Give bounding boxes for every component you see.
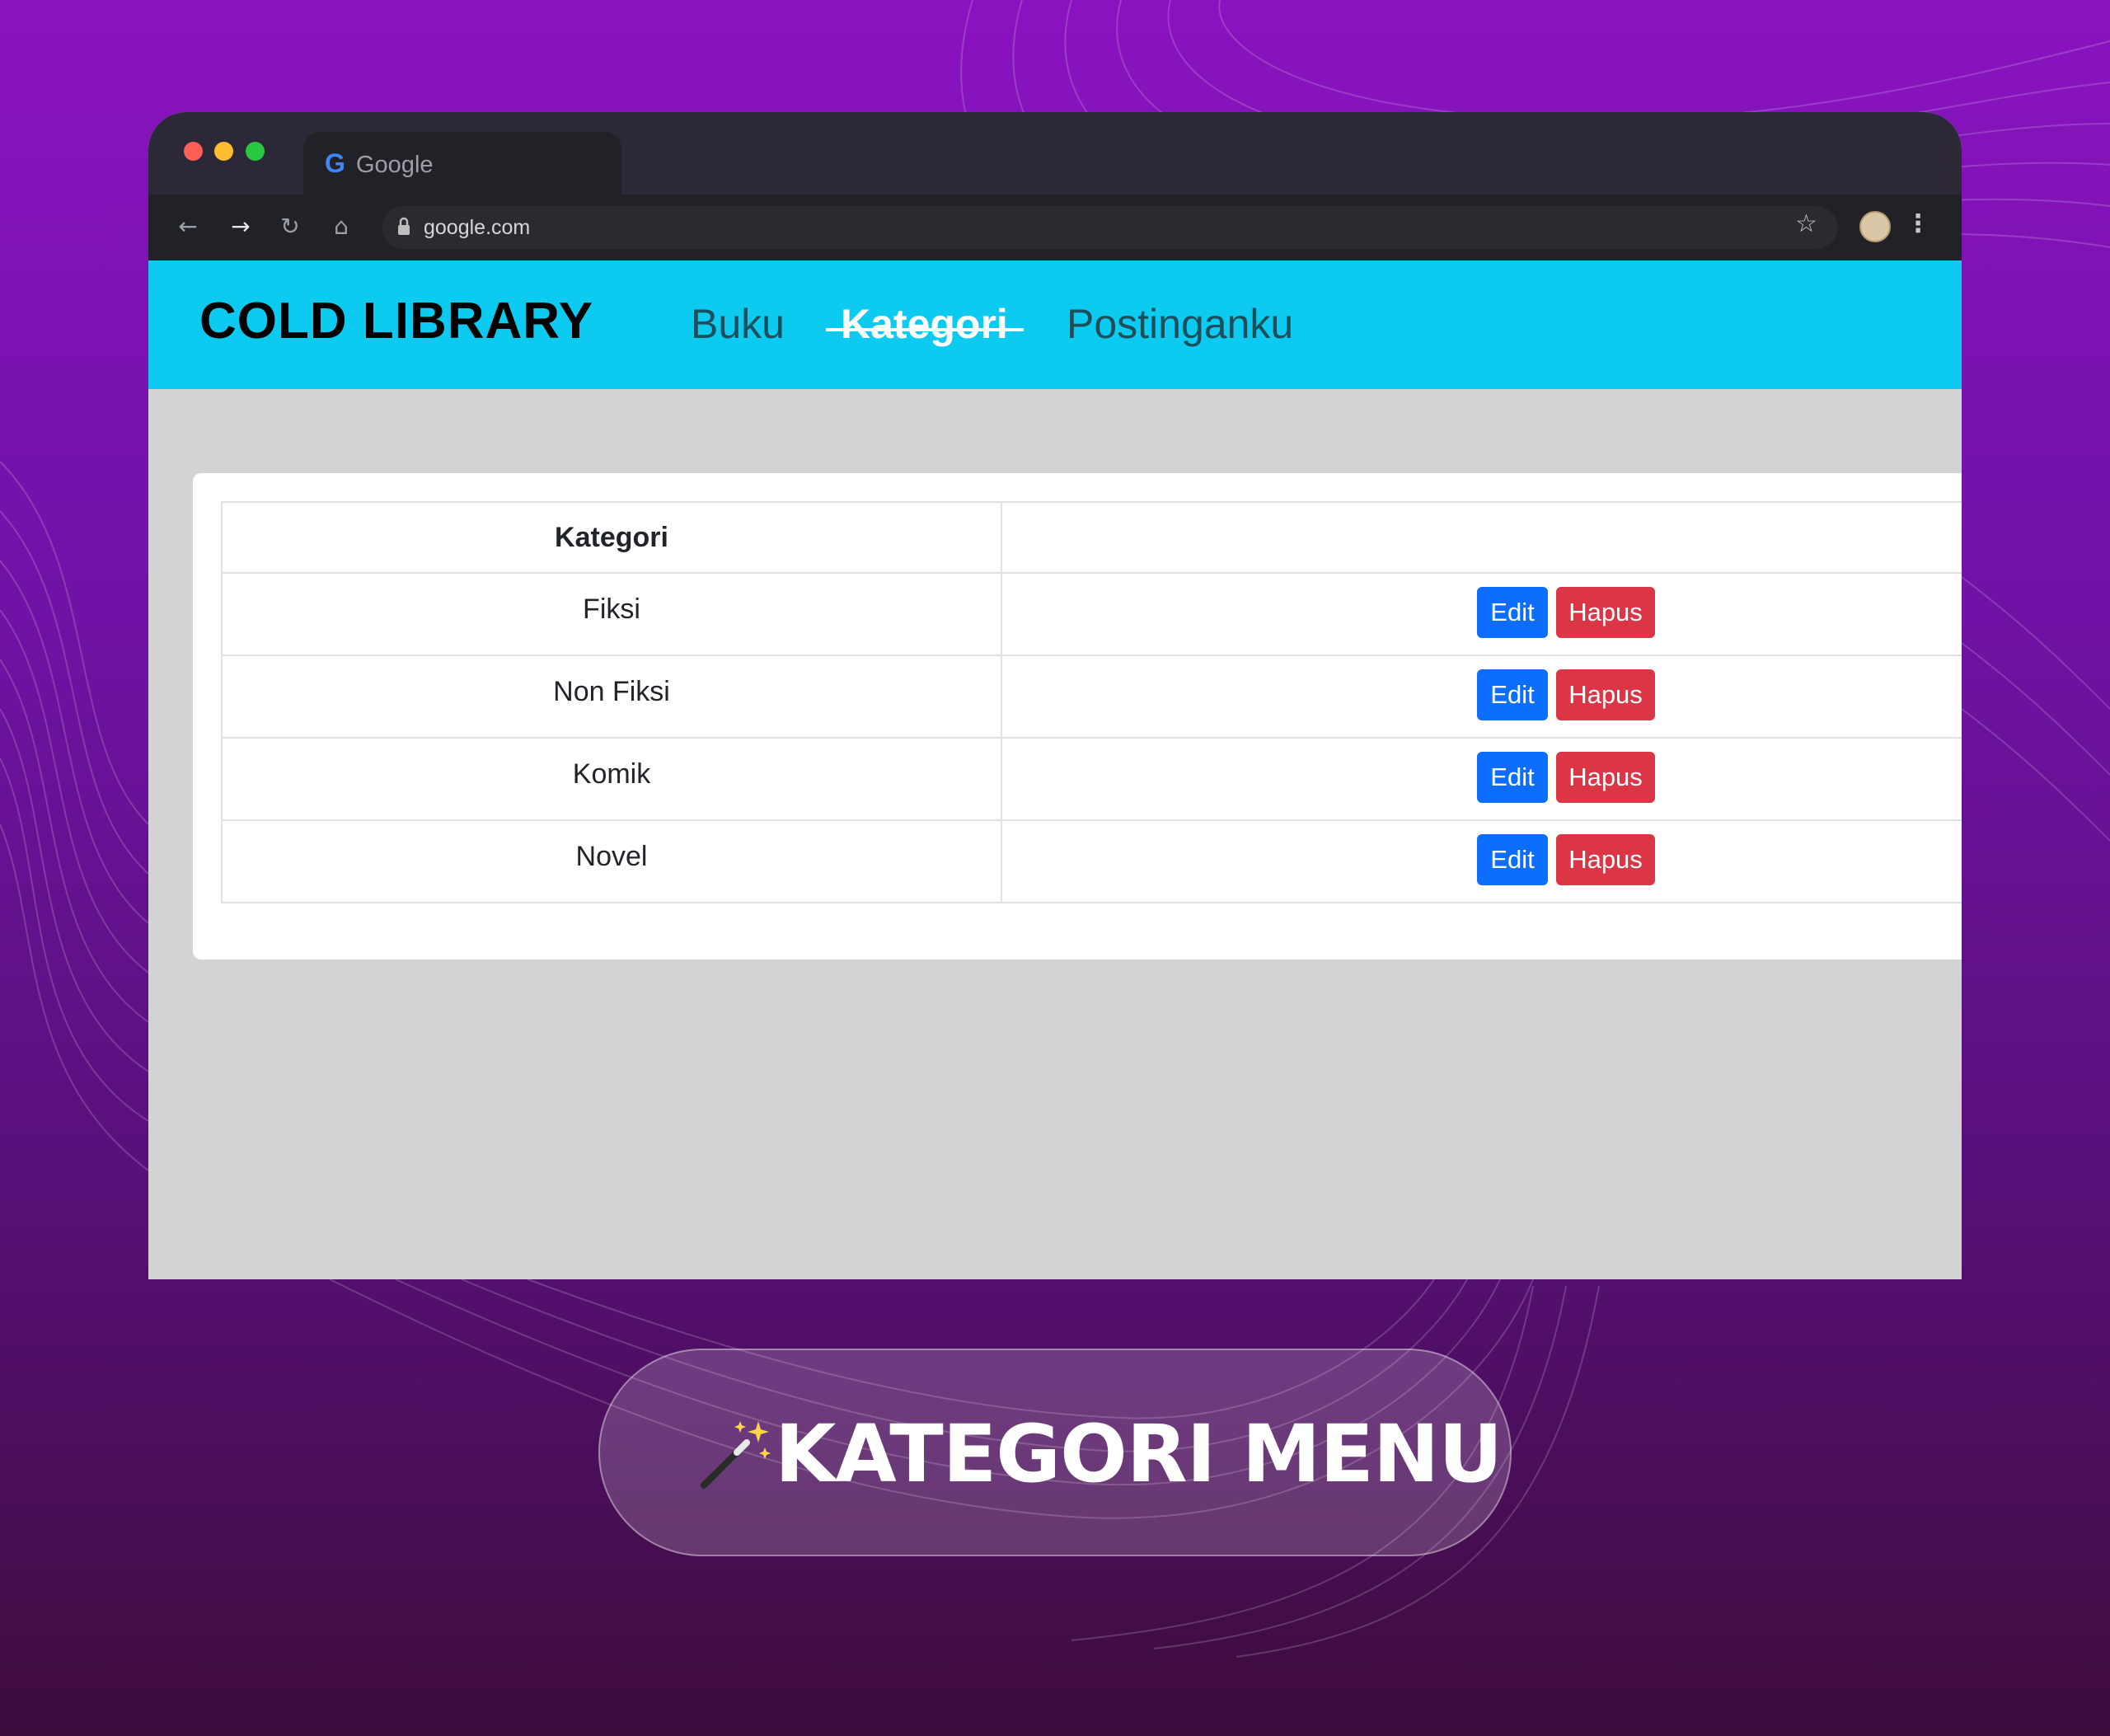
menu-kebab-icon[interactable]: ⋮	[1906, 209, 1930, 238]
caption-pill: KATEGORI MENU	[598, 1349, 1512, 1556]
browser-tab[interactable]: G Google	[303, 132, 621, 195]
edit-button[interactable]: Edit	[1477, 752, 1548, 803]
caption-title: KATEGORI MENU	[775, 1408, 1503, 1500]
bookmark-star-icon[interactable]: ☆	[1795, 209, 1817, 238]
minimize-window-button[interactable]	[214, 142, 233, 161]
brand-logo[interactable]: COLD LIBRARY	[199, 292, 593, 350]
forward-arrow-icon[interactable]: →	[224, 209, 257, 242]
address-bar[interactable]: google.com	[382, 206, 1838, 249]
table-row: Komik Edit Hapus	[221, 737, 1962, 821]
column-header-kategori: Kategori	[221, 501, 1002, 574]
edit-button[interactable]: Edit	[1477, 834, 1548, 885]
browser-toolbar: ← → ↻ ⌂ google.com ☆ ⋮	[148, 195, 1962, 260]
reload-icon[interactable]: ↻	[274, 209, 307, 242]
actions-cell: Edit Hapus	[1001, 737, 1962, 821]
url-text: google.com	[424, 216, 531, 239]
lock-icon	[398, 217, 410, 235]
home-icon[interactable]: ⌂	[325, 209, 358, 242]
actions-cell: Edit Hapus	[1001, 819, 1962, 903]
table-row: Fiksi Edit Hapus	[221, 572, 1962, 656]
tab-title: Google	[356, 152, 434, 178]
kategori-table: Kategori Fiksi Edit Hapus Non Fiksi Edit…	[221, 501, 1962, 903]
kategori-cell: Non Fiksi	[221, 655, 1002, 739]
edit-button[interactable]: Edit	[1477, 669, 1548, 720]
table-row: Novel Edit Hapus	[221, 819, 1962, 903]
nav-link-kategori[interactable]: Kategori	[841, 300, 1008, 348]
kategori-name: Non Fiksi	[553, 675, 670, 707]
column-header-actions	[1001, 501, 1962, 574]
hapus-button[interactable]: Hapus	[1556, 587, 1655, 638]
nav-link-postinganku[interactable]: Postinganku	[1067, 300, 1293, 348]
kategori-name: Fiksi	[583, 593, 640, 625]
browser-window: G Google ← → ↻ ⌂ google.com ☆ ⋮ COLD LIB…	[148, 112, 1962, 1279]
kategori-cell: Komik	[221, 737, 1002, 821]
close-window-button[interactable]	[184, 142, 203, 161]
site-navbar: COLD LIBRARY Buku Kategori Postinganku	[148, 260, 1962, 389]
browser-titlebar: G Google	[148, 112, 1962, 195]
back-arrow-icon[interactable]: ←	[171, 209, 204, 242]
magic-wand-icon	[701, 1421, 771, 1489]
kategori-name: Novel	[575, 840, 648, 872]
table-header-row: Kategori	[221, 501, 1962, 574]
hapus-button[interactable]: Hapus	[1556, 752, 1655, 803]
profile-avatar[interactable]	[1859, 211, 1891, 242]
actions-cell: Edit Hapus	[1001, 572, 1962, 656]
nav-link-buku[interactable]: Buku	[691, 300, 785, 348]
actions-cell: Edit Hapus	[1001, 655, 1962, 739]
kategori-cell: Novel	[221, 819, 1002, 903]
hapus-button[interactable]: Hapus	[1556, 669, 1655, 720]
edit-button[interactable]: Edit	[1477, 587, 1548, 638]
table-row: Non Fiksi Edit Hapus	[221, 655, 1962, 739]
hapus-button[interactable]: Hapus	[1556, 834, 1655, 885]
kategori-cell: Fiksi	[221, 572, 1002, 656]
kategori-name: Komik	[572, 758, 651, 790]
google-g-icon: G	[325, 148, 345, 178]
active-nav-indicator	[826, 328, 1024, 331]
kategori-card: Kategori Fiksi Edit Hapus Non Fiksi Edit…	[193, 473, 1962, 959]
maximize-window-button[interactable]	[246, 142, 265, 161]
